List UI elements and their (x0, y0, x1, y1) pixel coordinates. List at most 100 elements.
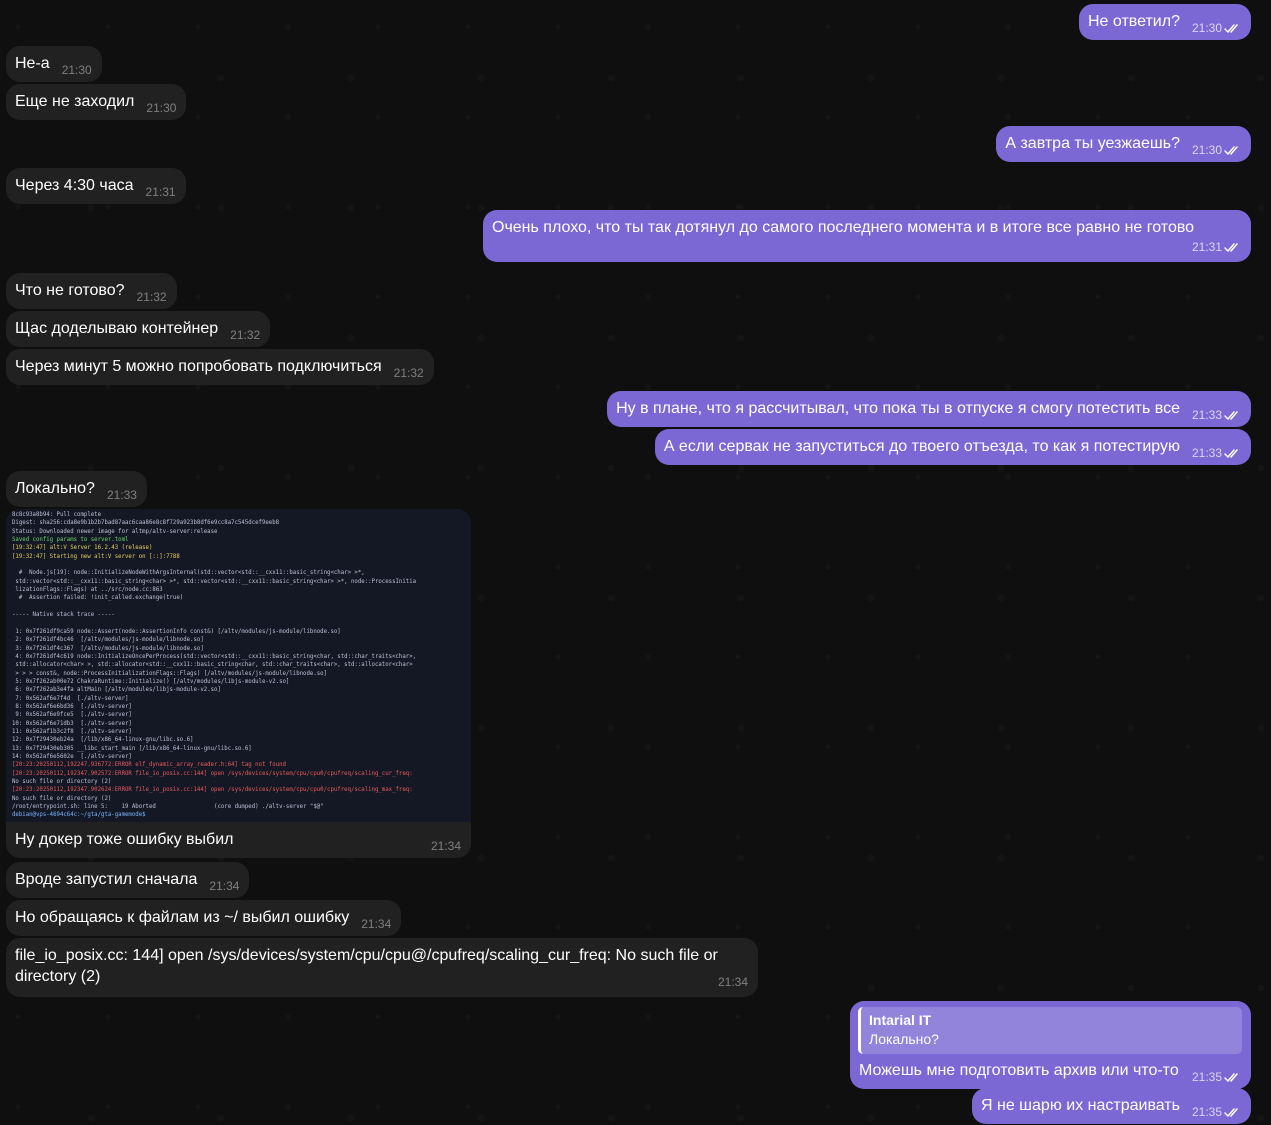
message-text: Не-а (15, 55, 50, 72)
message-time: 21:35 (1191, 1070, 1222, 1084)
message-text: Через минут 5 можно попробовать подключи… (15, 358, 382, 375)
message-text: Щас доделываю контейнер (15, 320, 219, 337)
message-time: 21:30 (146, 101, 177, 115)
message-incoming[interactable]: Что не готово? 21:32 (6, 273, 177, 309)
message-text: Еще не заходил (15, 93, 135, 110)
message-meta: 21:34 (15, 975, 748, 989)
double-check-icon (1224, 23, 1238, 33)
message-meta: 21:31 (492, 240, 1241, 254)
double-check-icon (1224, 410, 1238, 420)
message-meta: 21:30 (1192, 143, 1241, 157)
message-meta: 21:35 (1192, 1070, 1241, 1084)
message-time: 21:31 (145, 185, 176, 199)
terminal-line: # Node.js[19]: node::InitializeNodeWithA… (12, 570, 365, 577)
message-outgoing[interactable]: А если сервак не запуститься до твоего о… (654, 429, 1251, 465)
message-incoming[interactable]: Не-а 21:30 (6, 46, 102, 82)
reply-author: Intarial IT (869, 1012, 932, 1028)
terminal-line: ----- Native stack trace ----- (12, 612, 115, 619)
message-text: Что не готово? (15, 282, 125, 299)
message-outgoing-reply[interactable]: Intarial IT Локально? Можешь мне подгото… (850, 1001, 1251, 1089)
message-text: Очень плохо, что ты так дотянул до самог… (492, 219, 1195, 236)
terminal-line: lizationFlags::Flags) at ../src/node.cc:… (12, 587, 163, 594)
terminal-line: 2: 0x7f261df4bc46 [/altv/modules/js-modu… (12, 637, 204, 644)
double-check-icon (1224, 1072, 1238, 1082)
message-meta: 21:32 (137, 290, 167, 304)
message-incoming-with-image[interactable]: 8c8c93a8b94: Pull complete Digest: sha256… (6, 509, 471, 858)
message-time: 21:33 (1191, 408, 1222, 422)
message-time: 21:35 (1191, 1105, 1222, 1119)
reply-quote[interactable]: Intarial IT Локально? (858, 1007, 1242, 1054)
message-incoming[interactable]: Вроде запустил сначала 21:34 (6, 862, 250, 898)
message-outgoing[interactable]: Не ответил? 21:30 (1079, 4, 1251, 40)
terminal-line: 4: 0x7f261df4c619 node::InitializeOncePe… (12, 653, 417, 660)
message-outgoing[interactable]: Ну в плане, что я рассчитывал, что пока … (607, 391, 1251, 427)
terminal-line: > > > const&, node::ProcessInitializatio… (12, 670, 328, 677)
message-incoming[interactable]: Через минут 5 можно попробовать подключи… (6, 349, 434, 385)
message-meta: 21:34 (431, 839, 461, 853)
message-outgoing[interactable]: Очень плохо, что ты так дотянул до самог… (483, 210, 1251, 262)
terminal-screenshot-image[interactable]: 8c8c93a8b94: Pull complete Digest: sha256… (6, 509, 471, 822)
message-outgoing[interactable]: А завтра ты уезжаешь? 21:30 (996, 126, 1251, 162)
message-meta: 21:32 (394, 366, 424, 380)
terminal-line: std::allocator<char> >, std::allocator<s… (12, 662, 413, 669)
message-text: Ну в плане, что я рассчитывал, что пока … (616, 400, 1180, 417)
message-time: 21:33 (106, 488, 137, 502)
message-incoming[interactable]: Щас доделываю контейнер 21:32 (6, 311, 271, 347)
message-time: 21:34 (209, 879, 240, 893)
message-meta: 21:33 (1192, 408, 1241, 422)
message-time: 21:32 (230, 328, 261, 342)
terminal-line: 6: 0x7f262ab3e4fa altMain [/altv/modules… (12, 687, 221, 694)
terminal-line: 11: 0x562af1b3c2f8 [./altv-server] (12, 728, 132, 735)
message-time: 21:34 (361, 917, 392, 931)
message-time: 21:31 (1191, 240, 1222, 254)
message-text: Но обращаясь к файлам из ~/ выбил ошибку (15, 909, 350, 926)
terminal-line: [20:23:20250112,192347.902572:ERROR file… (12, 770, 413, 777)
chat-area: Не ответил? 21:30 Не-а 21:30 Еще не захо… (0, 0, 1271, 1125)
message-text: Не ответил? (1088, 13, 1180, 30)
message-meta: 21:30 (62, 63, 92, 77)
message-time: 21:34 (717, 975, 748, 989)
terminal-line: No such file or directory (2) (12, 795, 112, 802)
double-check-icon (1224, 1107, 1238, 1117)
terminal-line: 10: 0x562af6e71db3 [./altv-server] (12, 720, 132, 727)
message-text: Через 4:30 часа (15, 177, 134, 194)
message-text: Ну докер тоже ошибку выбил (15, 831, 234, 848)
message-text: А завтра ты уезжаешь? (1005, 135, 1180, 152)
terminal-line: 8: 0x562af6e6bd36 [./altv-server] (12, 703, 132, 710)
terminal-line: 13: 0x7f29430eb305 __libc_start_main [/l… (12, 745, 252, 752)
message-text: Можешь мне подготовить архив или что-то (859, 1062, 1179, 1079)
message-meta: 21:30 (1192, 21, 1241, 35)
terminal-line: 5: 0x7f262ab00e72 ChakraRuntime::Initial… (12, 678, 290, 685)
terminal-line: Digest: sha256:cda8e9b1b2b7bad87aac6caa8… (12, 520, 280, 527)
double-check-icon (1224, 242, 1238, 252)
terminal-line: [20:23:20250112,192247.936772:ERROR elf_… (12, 762, 286, 769)
message-meta: 21:34 (209, 879, 239, 893)
terminal-line: # Assertion failed: !init_called.exchang… (12, 595, 184, 602)
message-time: 21:32 (393, 366, 424, 380)
message-incoming[interactable]: Но обращаясь к файлам из ~/ выбил ошибку… (6, 900, 402, 936)
message-text: Я не шарю их настраивать (981, 1097, 1180, 1114)
message-text: Локально? (15, 480, 95, 497)
terminal-line: std::vector<std::__cxx11::basic_string<c… (12, 578, 417, 585)
terminal-line: 7: 0x562af6e7f4d [./altv-server] (12, 695, 129, 702)
message-time: 21:34 (430, 839, 461, 853)
message-incoming[interactable]: Еще не заходил 21:30 (6, 84, 187, 120)
terminal-line: 14: 0x562af6e5602e [./altv-server] (12, 753, 132, 760)
message-incoming[interactable]: Через 4:30 часа 21:31 (6, 168, 186, 204)
message-text: А если сервак не запуститься до твоего о… (663, 438, 1180, 455)
message-meta: 21:31 (146, 185, 176, 199)
message-meta: 21:32 (230, 328, 260, 342)
terminal-line: 12: 0x7f29430eb24a [/lib/x86_64-linux-gn… (12, 737, 194, 744)
terminal-line: Status: Downloaded newer image for altmp… (12, 528, 218, 535)
message-outgoing[interactable]: Я не шарю их настраивать 21:35 (972, 1088, 1251, 1124)
message-meta: 21:35 (1192, 1105, 1241, 1119)
terminal-line: [20:23:20250112,192347.902624:ERROR file… (12, 787, 413, 794)
message-time: 21:30 (61, 63, 92, 77)
message-text: Вроде запустил сначала (15, 871, 198, 888)
message-incoming[interactable]: file_io_posix.cc: 144] open /sys/devices… (6, 938, 758, 997)
message-time: 21:30 (1191, 21, 1222, 35)
message-incoming[interactable]: Локально? 21:33 (6, 471, 147, 507)
